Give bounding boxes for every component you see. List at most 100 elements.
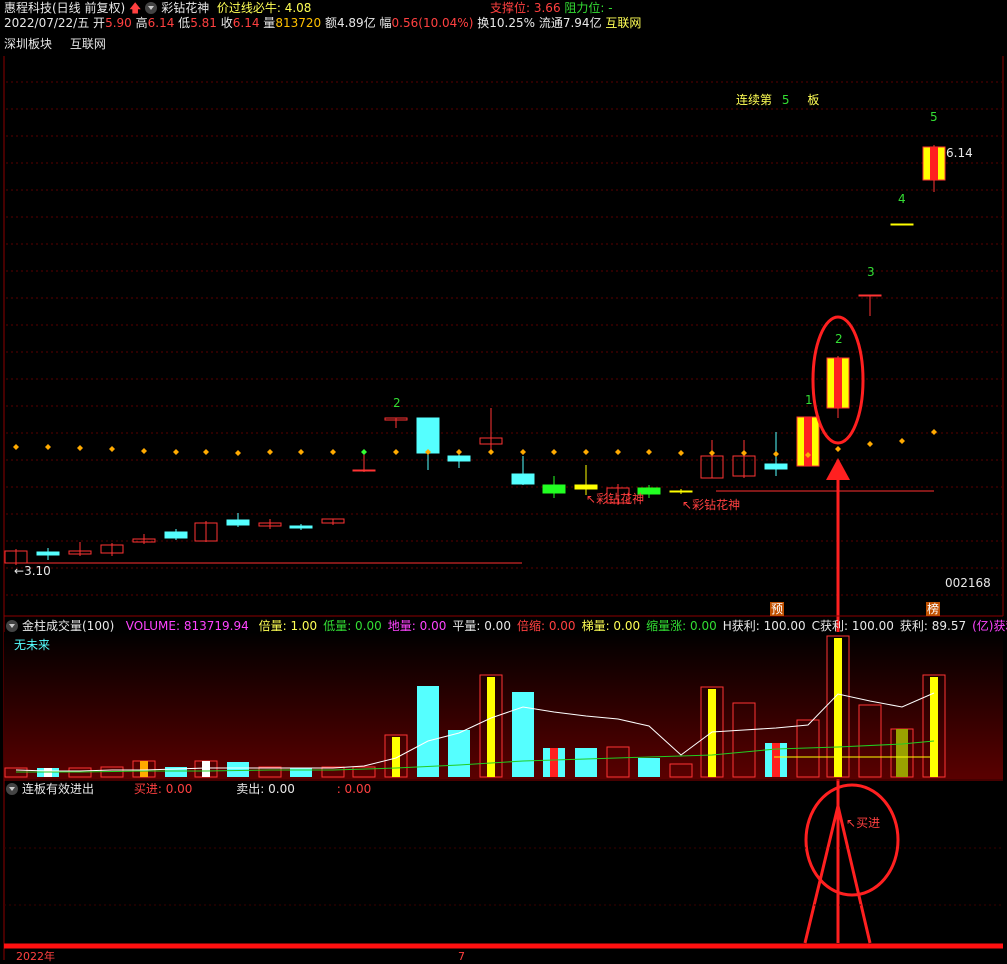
candle bbox=[289, 524, 313, 530]
trend-dot bbox=[773, 451, 779, 457]
volume-bar-stripe bbox=[487, 677, 495, 777]
volume-bar-stripe bbox=[930, 677, 938, 777]
volume-field-1-label: 低量: bbox=[323, 619, 352, 633]
candle bbox=[826, 356, 850, 418]
candle bbox=[384, 417, 408, 428]
trend-dot bbox=[173, 449, 179, 455]
volume-bar bbox=[512, 692, 534, 777]
candle bbox=[574, 465, 598, 495]
volume-bar bbox=[227, 762, 249, 777]
grid bbox=[6, 81, 1002, 596]
trend-dot bbox=[551, 449, 557, 455]
volume-bar-stripe bbox=[140, 761, 148, 777]
candle bbox=[511, 456, 535, 485]
volume-bar-body bbox=[290, 768, 312, 777]
signal-panel-title[interactable]: 连板有效进出 bbox=[22, 782, 94, 796]
candle-body bbox=[447, 455, 471, 462]
signal-panel-toggle-icon[interactable] bbox=[6, 783, 18, 795]
streak-label: 连续第 5 板 bbox=[736, 93, 819, 107]
volume-panel-toggle-icon[interactable] bbox=[6, 620, 18, 632]
trend-dot bbox=[646, 449, 652, 455]
volume-bar-body bbox=[638, 758, 660, 777]
volume-field-5-value: 0.00 bbox=[609, 619, 641, 633]
candle-body bbox=[164, 531, 188, 539]
volume-bar bbox=[638, 758, 660, 777]
badge-rank[interactable]: 榜 bbox=[926, 602, 941, 616]
trend-dot bbox=[141, 448, 147, 454]
trend-dot bbox=[520, 449, 526, 455]
candle bbox=[700, 440, 724, 479]
candle bbox=[922, 145, 946, 192]
volume-fields: 倍量: 1.00 低量: 0.00 地量: 0.00 平量: 0.00 倍缩: 0.00… bbox=[253, 619, 1007, 633]
trend-dot bbox=[45, 444, 51, 450]
month-label: 7 bbox=[458, 950, 465, 963]
candle-stripe bbox=[930, 147, 938, 180]
candle bbox=[732, 440, 756, 478]
volume-field-5-label: 梯量: bbox=[581, 619, 610, 633]
high-price-label: 6.14 bbox=[946, 146, 973, 160]
signal-label-1-text: 彩钻花神 bbox=[596, 492, 645, 506]
candle-body bbox=[511, 473, 535, 485]
volume-field-3-value: 0.00 bbox=[480, 619, 511, 633]
volume-panel-title[interactable]: 金柱成交量(100) bbox=[22, 619, 114, 633]
candle-body bbox=[36, 551, 60, 556]
trend-dot bbox=[13, 444, 19, 450]
trend-dot bbox=[709, 450, 715, 456]
candle-body bbox=[858, 294, 882, 297]
candle-stripe bbox=[834, 358, 842, 408]
signal-panel-header: 连板有效进出 买进: 0.00 卖出: 0.00 : 0.00 bbox=[6, 782, 371, 796]
volume-field-2-label: 地量: bbox=[387, 619, 416, 633]
trend-dot bbox=[678, 450, 684, 456]
volume-bar-body bbox=[227, 762, 249, 777]
candle bbox=[321, 518, 345, 525]
low-price-label: ←3.10 bbox=[14, 564, 51, 578]
board-number-5: 5 bbox=[930, 110, 938, 124]
volume-field-9-value: 89.57 bbox=[927, 619, 967, 633]
volume-field-3-label: 平量: bbox=[452, 619, 481, 633]
volume-bar bbox=[543, 748, 565, 777]
candle-stripe bbox=[804, 417, 812, 466]
volume-field-6-value: 0.00 bbox=[686, 619, 717, 633]
candle bbox=[100, 543, 124, 556]
badge-preview[interactable]: 预 bbox=[770, 602, 785, 616]
volume-field-7-label: H获利: bbox=[722, 619, 760, 633]
volume-bar-stripe bbox=[708, 689, 716, 777]
streak-suffix: 板 bbox=[807, 93, 820, 107]
trend-dot bbox=[330, 449, 336, 455]
signal-label-2: ↖彩钻花神 bbox=[682, 498, 741, 512]
volume-bar-stripe bbox=[896, 729, 908, 777]
no-future-label: 无未来 bbox=[14, 638, 51, 652]
volume-panel-header: 金柱成交量(100) VOLUME: 813719.94 倍量: 1.00 低量:… bbox=[6, 619, 1007, 633]
sell-label: 卖出: bbox=[236, 782, 265, 796]
volume-bar bbox=[448, 730, 470, 777]
candle bbox=[36, 548, 60, 560]
volume-bar-body bbox=[448, 730, 470, 777]
candle-body bbox=[352, 469, 376, 472]
trend-dot bbox=[235, 450, 241, 456]
volume-field-0-value: 1.00 bbox=[286, 619, 318, 633]
volume-bar bbox=[765, 743, 787, 777]
trend-dot bbox=[298, 449, 304, 455]
trend-dot bbox=[931, 429, 937, 435]
volume-bar-body bbox=[512, 692, 534, 777]
candle-body bbox=[289, 525, 313, 529]
trend-dot bbox=[393, 449, 399, 455]
candle-body bbox=[416, 417, 440, 454]
volume-bar bbox=[575, 748, 597, 777]
trend-dot bbox=[109, 446, 115, 452]
streak-prefix: 连续第 bbox=[736, 93, 773, 107]
candle bbox=[796, 416, 820, 467]
trend-dot bbox=[361, 449, 367, 455]
trend-dot bbox=[267, 449, 273, 455]
streak-number: 5 bbox=[781, 93, 790, 107]
board-number-4: 4 bbox=[898, 192, 906, 206]
candle bbox=[890, 223, 914, 226]
candles bbox=[4, 145, 946, 565]
early-board-number: 2 bbox=[393, 396, 401, 410]
candle bbox=[352, 454, 376, 472]
volume-bar-body bbox=[417, 686, 439, 777]
buy-label: 买进: bbox=[133, 782, 162, 796]
extra-value: : 0.00 bbox=[336, 782, 372, 796]
candle-body bbox=[542, 484, 566, 494]
sell-value: 0.00 bbox=[268, 782, 295, 796]
